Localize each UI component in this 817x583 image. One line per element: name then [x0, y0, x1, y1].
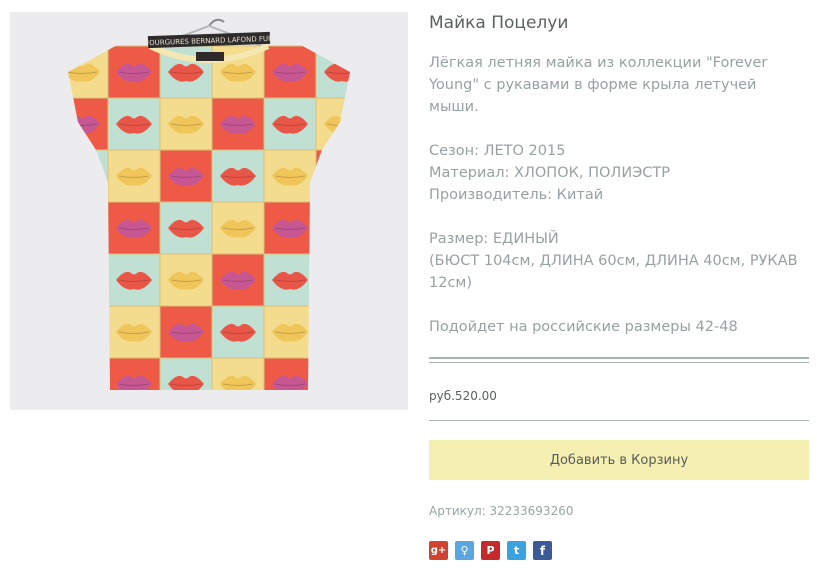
size-details: (БЮСТ 104см, ДЛИНА 60см, ДЛИНА 40см, РУК…: [429, 253, 798, 291]
facebook-icon[interactable]: f: [533, 541, 552, 560]
pinterest-icon[interactable]: P: [481, 541, 500, 560]
divider: [429, 357, 809, 363]
fit-note: Подойдет на российские размеры 42-48: [429, 319, 738, 335]
share-buttons: g+ ♀ P t f: [429, 541, 809, 560]
add-to-cart-button[interactable]: Добавить в Корзину: [429, 440, 809, 480]
product-title: Майка Поцелуи: [429, 13, 569, 33]
size-info: Размер: ЕДИНЫЙ (БЮСТ 104см, ДЛИНА 60см, …: [429, 228, 809, 294]
product-price: руб.520.00: [429, 389, 497, 403]
vk-icon[interactable]: ♀: [455, 541, 474, 560]
product-info: Майка Поцелуи Лёгкая летняя майка из кол…: [429, 12, 809, 560]
tshirt-image: FOURGURES BERNARD LAFOND FUR: [10, 12, 408, 410]
product-sku: Артикул: 32233693260: [429, 504, 574, 518]
product-image[interactable]: FOURGURES BERNARD LAFOND FUR: [10, 12, 408, 410]
spec-manufacturer: Производитель: Китай: [429, 187, 604, 203]
spec-material: Материал: ХЛОПОК, ПОЛИЭСТР: [429, 165, 671, 181]
size-label: Размер: ЕДИНЫЙ: [429, 231, 559, 247]
spec-season: Сезон: ЛЕТО 2015: [429, 143, 566, 159]
divider: [429, 420, 809, 421]
google-plus-icon[interactable]: g+: [429, 541, 448, 560]
product-description: Лёгкая летняя майка из коллекции "Foreve…: [429, 55, 768, 115]
twitter-icon[interactable]: t: [507, 541, 526, 560]
product-specs: Сезон: ЛЕТО 2015 Материал: ХЛОПОК, ПОЛИЭ…: [429, 140, 809, 206]
